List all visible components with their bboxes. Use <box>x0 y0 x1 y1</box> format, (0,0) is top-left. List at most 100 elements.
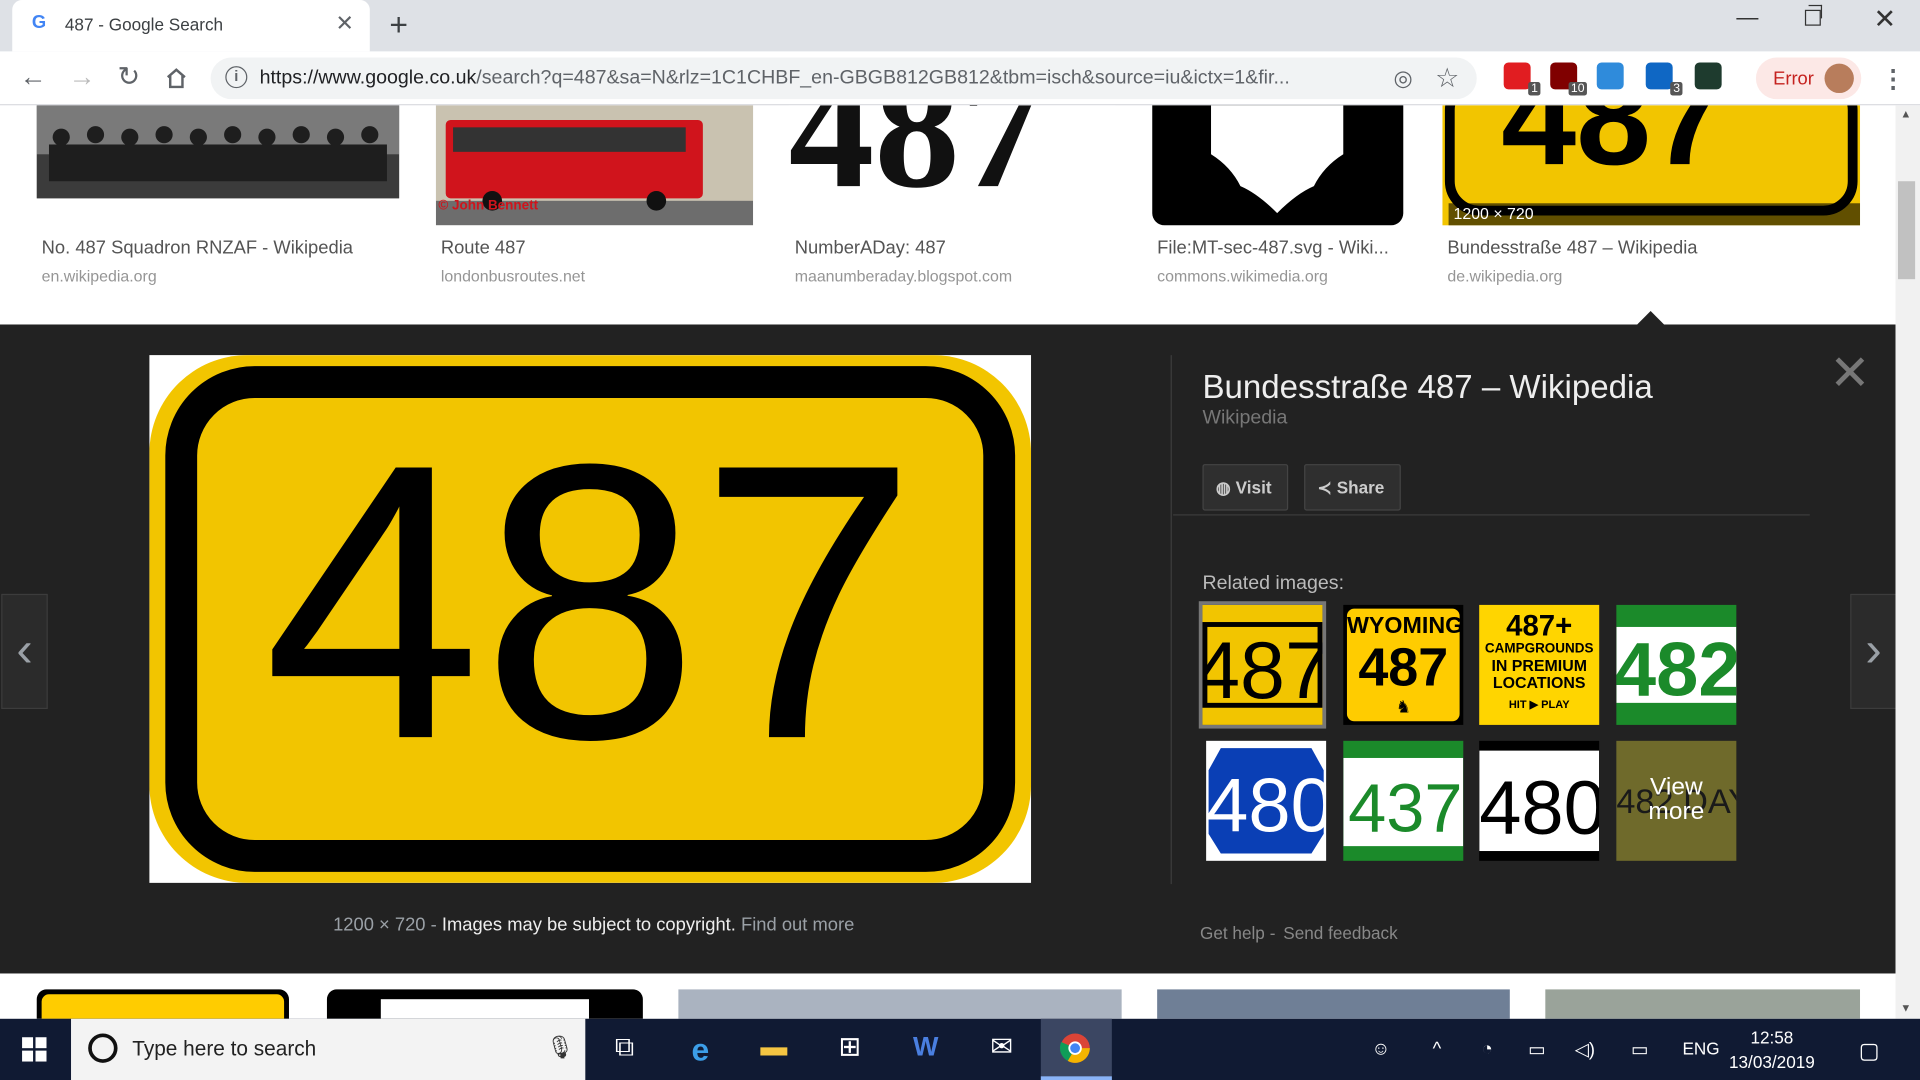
taskbar-search-box[interactable]: Type here to search 🎙 <box>71 1018 586 1080</box>
preview-title[interactable]: Bundesstraße 487 – Wikipedia <box>1202 369 1652 407</box>
result-title[interactable]: No. 487 Squadron RNZAF - Wikipedia <box>42 238 353 259</box>
get-help-link[interactable]: Get help <box>1200 923 1265 943</box>
chrome-icon <box>1059 1033 1090 1063</box>
related-text: 487 <box>1202 626 1322 716</box>
mail-icon[interactable]: ✉ <box>982 1031 1021 1068</box>
view-more-label[interactable]: View more <box>1633 775 1719 824</box>
bookmark-star-icon[interactable]: ☆ <box>1435 62 1459 94</box>
panel-divider <box>1170 355 1172 885</box>
result-title[interactable]: Bundesstraße 487 – Wikipedia <box>1447 238 1697 259</box>
result-title[interactable]: NumberADay: 487 <box>795 238 946 259</box>
caption-separator: - <box>430 914 437 936</box>
home-icon[interactable] <box>164 66 188 90</box>
tray-expand-icon[interactable]: ^ <box>1433 1038 1442 1059</box>
number-487-thumb: 487 <box>1501 105 1726 193</box>
related-images-label: Related images: <box>1202 573 1345 594</box>
result-image-numberaday[interactable]: 487 <box>788 105 1116 226</box>
tab-close-icon[interactable]: ✕ <box>336 11 354 37</box>
photo-watermark: © John Bennett <box>438 198 539 214</box>
number-487-glyphs: 487 <box>789 105 1046 224</box>
cortana-icon <box>88 1033 118 1063</box>
reload-icon[interactable]: ↻ <box>118 61 141 93</box>
address-url[interactable]: https://www.google.co.uk/search?q=487&sa… <box>260 67 1377 89</box>
related-wyoming-line: WYOMING <box>1346 613 1464 640</box>
store-icon[interactable]: ⊞ <box>830 1031 869 1068</box>
page-scrollbar[interactable]: ▲ ▼ <box>1895 105 1920 1019</box>
chrome-taskbar-button[interactable] <box>1040 1018 1112 1080</box>
menu-kebab-icon[interactable]: ⋮ <box>1881 64 1905 95</box>
result-image-squadron[interactable] <box>36 105 400 199</box>
extension-badge: 10 <box>1568 82 1587 96</box>
restore-icon[interactable] <box>1804 4 1823 26</box>
visit-button[interactable]: ◍ Visit <box>1202 464 1289 511</box>
microphone-icon[interactable]: 🎙 <box>546 1035 574 1061</box>
taskbar-clock[interactable]: 12:58 13/03/2019 <box>1729 1025 1815 1074</box>
windows-start-icon[interactable] <box>22 1037 47 1062</box>
footer-separator: - <box>1269 923 1276 943</box>
people-icon[interactable]: ☺ <box>1371 1038 1390 1059</box>
result-image-street[interactable] <box>678 989 1122 1019</box>
squadron-photo <box>36 105 400 199</box>
onedrive-icon[interactable] <box>1596 62 1624 90</box>
next-image-arrow-icon[interactable]: › <box>1850 593 1896 709</box>
avatar <box>1824 63 1854 94</box>
edge-icon[interactable]: e <box>681 1031 720 1068</box>
file-explorer-icon[interactable]: ▬ <box>754 1031 793 1068</box>
word-icon[interactable]: W <box>906 1031 945 1068</box>
result-image-mt-shield[interactable] <box>1152 105 1404 226</box>
language-indicator[interactable]: ENG <box>1682 1038 1719 1058</box>
profile-button[interactable]: Error <box>1755 57 1862 100</box>
browser-tab[interactable]: G 487 - Google Search ✕ <box>12 0 370 52</box>
extension-badge: 1 <box>1528 82 1541 96</box>
scroll-down-icon[interactable]: ▼ <box>1900 1002 1911 1014</box>
related-wyoming-487[interactable]: WYOMING 487 ♞ <box>1343 604 1464 725</box>
display-icon[interactable]: ▭ <box>1631 1038 1648 1061</box>
montana-shield-icon <box>1211 105 1344 214</box>
related-camp-line2: CAMPGROUNDS <box>1484 641 1594 657</box>
wifi-icon[interactable]: ◔ <box>1482 1038 1493 1059</box>
related-487-yellow[interactable]: 487 <box>1198 601 1327 729</box>
result-title[interactable]: File:MT-sec-487.svg - Wiki... <box>1157 238 1389 259</box>
minimize-icon[interactable]: — <box>1736 5 1758 31</box>
previous-image-arrow-icon[interactable]: ‹ <box>1 593 48 709</box>
preview-image[interactable]: 487 <box>149 355 1032 883</box>
related-437-green[interactable]: 437 <box>1343 740 1464 861</box>
battery-icon[interactable]: ▭ <box>1528 1038 1545 1061</box>
related-camp-line3: IN PREMIUM <box>1491 656 1587 675</box>
new-tab-icon[interactable]: + <box>389 6 408 44</box>
scroll-thumb[interactable] <box>1897 181 1916 280</box>
find-out-more-link[interactable]: Find out more <box>741 915 854 936</box>
ublock-icon[interactable]: 10 <box>1550 62 1587 96</box>
result-image-bus[interactable]: © John Bennett <box>435 105 754 226</box>
site-info-icon[interactable]: i <box>225 66 248 89</box>
result-image-building[interactable] <box>1545 989 1861 1019</box>
related-view-more[interactable]: 482 DAYS View more <box>1616 740 1737 861</box>
share-button[interactable]: ≺ Share <box>1304 464 1401 511</box>
window-close-icon[interactable]: ✕ <box>1873 4 1896 36</box>
result-domain: de.wikipedia.org <box>1447 266 1563 286</box>
result-image-black-shield[interactable] <box>326 989 643 1019</box>
volume-icon[interactable]: ◁) <box>1575 1038 1595 1061</box>
scroll-up-icon[interactable]: ▲ <box>1900 108 1911 120</box>
location-icon[interactable]: ◎ <box>1393 66 1412 92</box>
task-view-icon[interactable]: ⧉ <box>605 1031 644 1068</box>
send-feedback-link[interactable]: Send feedback <box>1283 923 1397 943</box>
result-title[interactable]: Route 487 <box>441 238 526 259</box>
abp-icon[interactable]: 1 <box>1503 62 1541 96</box>
screenshot-icon[interactable] <box>1694 62 1722 90</box>
related-487-campgrounds[interactable]: 487+ CAMPGROUNDS IN PREMIUM LOCATIONS HI… <box>1479 604 1600 725</box>
address-bar[interactable]: i https://www.google.co.uk/search?q=487&… <box>210 57 1477 100</box>
forward-icon[interactable]: → <box>69 61 96 93</box>
share-icon: ≺ <box>1317 477 1332 498</box>
back-icon[interactable]: ← <box>20 61 47 93</box>
skype-icon[interactable]: 3 <box>1645 62 1683 96</box>
panel-hdivider <box>1173 514 1810 516</box>
related-482-green[interactable]: 482 <box>1616 604 1737 725</box>
related-480-blue[interactable]: 480 <box>1206 740 1327 861</box>
notifications-icon[interactable]: ▢ <box>1859 1038 1880 1064</box>
result-image-wyoming[interactable] <box>36 989 289 1019</box>
related-480-black[interactable]: 480 <box>1479 740 1600 861</box>
bundesstrasse-487-sign: 487 <box>149 355 1032 883</box>
close-preview-icon[interactable]: ✕ <box>1829 349 1870 398</box>
result-image-town[interactable] <box>1157 989 1510 1019</box>
